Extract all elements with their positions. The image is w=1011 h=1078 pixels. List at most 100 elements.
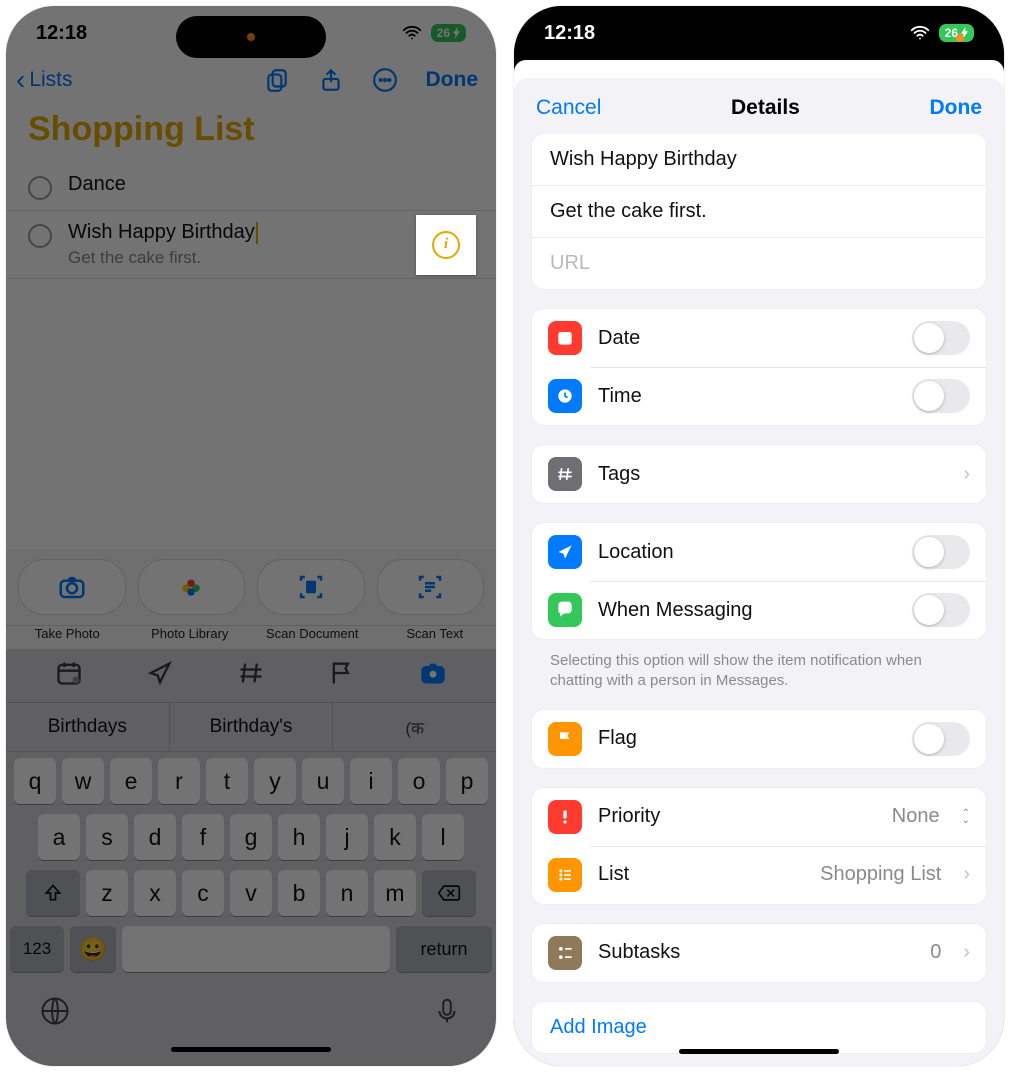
done-button[interactable]: Done [930, 96, 983, 120]
return-key[interactable]: return [396, 926, 492, 972]
location-row[interactable]: Location [532, 523, 986, 581]
reminder-title[interactable]: Wish Happy Birthday [68, 221, 258, 244]
chevron-left-icon: ‹ [16, 66, 25, 94]
subtasks-row[interactable]: Subtasks 0 › [532, 924, 986, 982]
reminder-row[interactable]: Wish Happy Birthday Get the cake first. … [6, 210, 496, 279]
messaging-toggle[interactable] [912, 593, 970, 627]
phone-left-reminders: 12:18 26 ‹ Lists Done Shopping List Danc… [6, 6, 496, 1066]
numbers-key[interactable]: 123 [10, 926, 64, 972]
flag-icon[interactable] [328, 659, 356, 692]
done-button[interactable]: Done [426, 68, 479, 92]
keyboard-area: Take Photo Photo Library Scan Document S… [6, 549, 496, 1066]
hashtag-icon [548, 457, 582, 491]
chevron-right-icon: › [963, 863, 970, 886]
home-indicator[interactable] [171, 1047, 331, 1052]
key[interactable]: c [182, 870, 224, 916]
key[interactable]: w [62, 758, 104, 804]
list-title: Shopping List [6, 100, 496, 163]
reminder-title: Dance [68, 173, 126, 196]
subtasks-group: Subtasks 0 › [532, 924, 986, 982]
reminder-row[interactable]: Dance [6, 163, 496, 210]
suggestion[interactable]: Birthdays [6, 703, 170, 751]
location-icon[interactable] [146, 659, 174, 692]
keyboard: q w e r t y u i o p a s d f g h j k l [6, 752, 496, 1066]
key[interactable]: p [446, 758, 488, 804]
key[interactable]: g [230, 814, 272, 860]
key[interactable]: j [326, 814, 368, 860]
priority-row[interactable]: Priority None ⌃⌄ [532, 788, 986, 846]
camera-icon[interactable] [419, 659, 447, 692]
add-image-button[interactable]: Add Image [532, 1002, 986, 1053]
key[interactable]: y [254, 758, 296, 804]
notes-field[interactable]: Get the cake first. [532, 185, 986, 237]
nav-bar: ‹ Lists Done [6, 60, 496, 100]
share-icon[interactable] [318, 67, 344, 93]
list-row[interactable]: List Shopping List › [532, 846, 986, 904]
flag-row[interactable]: Flag [532, 710, 986, 768]
title-field[interactable]: Wish Happy Birthday [532, 134, 986, 185]
recording-dot-icon [247, 33, 255, 41]
location-toggle[interactable] [912, 535, 970, 569]
shift-key[interactable] [26, 870, 80, 916]
globe-icon[interactable] [40, 996, 70, 1031]
scan-text-button[interactable] [377, 559, 485, 615]
key[interactable]: t [206, 758, 248, 804]
completion-circle-icon[interactable] [28, 176, 52, 200]
key[interactable]: m [374, 870, 416, 916]
delete-key[interactable] [422, 870, 476, 916]
key[interactable]: q [14, 758, 56, 804]
flag-toggle[interactable] [912, 722, 970, 756]
key[interactable]: r [158, 758, 200, 804]
info-button[interactable]: i [416, 215, 476, 275]
home-indicator[interactable] [679, 1049, 839, 1054]
key[interactable]: n [326, 870, 368, 916]
date-row[interactable]: Date [532, 309, 986, 367]
key[interactable]: z [86, 870, 128, 916]
take-photo-button[interactable] [18, 559, 126, 615]
scan-document-button[interactable] [257, 559, 365, 615]
key[interactable]: k [374, 814, 416, 860]
time-toggle[interactable] [912, 379, 970, 413]
emoji-key[interactable]: 😀 [70, 926, 116, 972]
key[interactable]: a [38, 814, 80, 860]
suggestion[interactable]: Birthday's [170, 703, 334, 751]
copy-icon[interactable] [264, 67, 290, 93]
key[interactable]: l [422, 814, 464, 860]
key[interactable]: o [398, 758, 440, 804]
key[interactable]: f [182, 814, 224, 860]
space-key[interactable] [122, 926, 390, 972]
status-bar: 12:18 26 [6, 6, 496, 60]
key[interactable]: s [86, 814, 128, 860]
tags-row[interactable]: Tags › [532, 445, 986, 503]
suggestion[interactable]: (क [333, 703, 496, 751]
date-toggle[interactable] [912, 321, 970, 355]
key[interactable]: i [350, 758, 392, 804]
reminder-note: Get the cake first. [68, 248, 258, 268]
key[interactable]: v [230, 870, 272, 916]
tags-group: Tags › [532, 445, 986, 503]
clock-icon [548, 379, 582, 413]
back-button[interactable]: ‹ Lists [16, 66, 73, 94]
photo-library-button[interactable] [138, 559, 246, 615]
quick-action-label: Scan Document [251, 626, 374, 649]
key[interactable]: e [110, 758, 152, 804]
key[interactable]: h [278, 814, 320, 860]
messaging-row[interactable]: When Messaging [532, 581, 986, 639]
mic-icon[interactable] [432, 996, 462, 1031]
subtasks-count: 0 [930, 941, 941, 964]
url-field[interactable]: URL [532, 237, 986, 289]
more-icon[interactable] [372, 67, 398, 93]
status-bar: 12:18 26 [514, 6, 1004, 60]
info-icon: i [432, 231, 460, 259]
key[interactable]: d [134, 814, 176, 860]
key[interactable]: u [302, 758, 344, 804]
battery-indicator: 26 [431, 24, 466, 42]
hashtag-icon[interactable] [237, 659, 265, 692]
cancel-button[interactable]: Cancel [536, 96, 601, 120]
key[interactable]: b [278, 870, 320, 916]
calendar-icon[interactable] [55, 659, 83, 692]
time-row[interactable]: Time [532, 367, 986, 425]
status-time: 12:18 [544, 22, 595, 45]
key[interactable]: x [134, 870, 176, 916]
completion-circle-icon[interactable] [28, 224, 52, 248]
